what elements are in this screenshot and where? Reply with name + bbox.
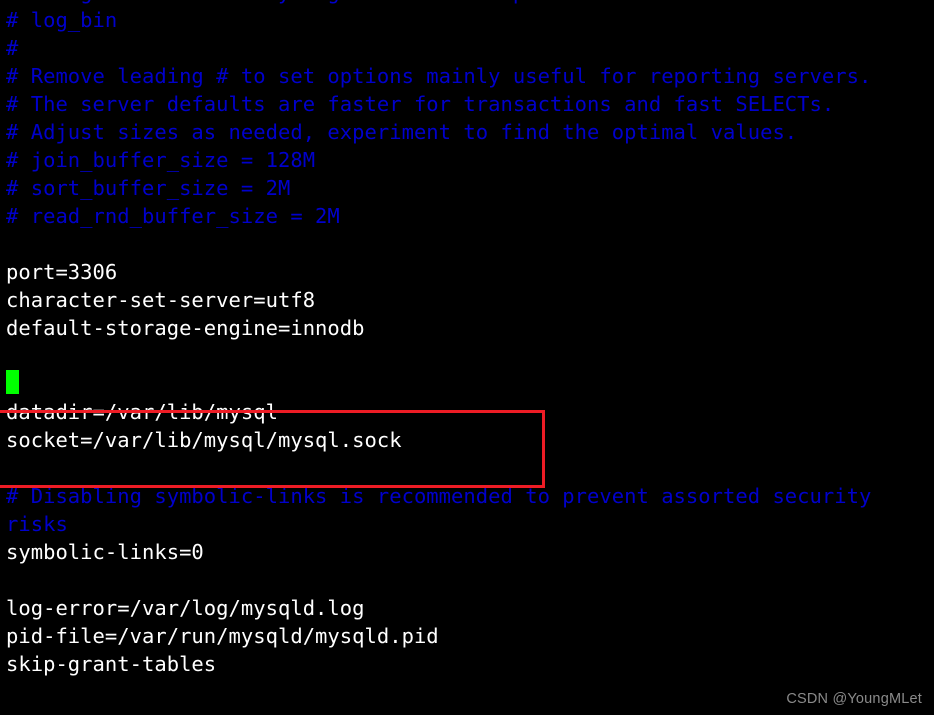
code-line: risks	[6, 512, 68, 536]
code-line: port=3306	[6, 260, 118, 284]
code-line: # read_rnd_buffer_size = 2M	[6, 204, 340, 228]
code-line: # Disabling symbolic-links is recommende…	[6, 484, 872, 508]
terminal-window[interactable]: # changes to the binary log between back…	[0, 0, 934, 715]
code-line: # Adjust sizes as needed, experiment to …	[6, 120, 798, 144]
code-line: # sort_buffer_size = 2M	[6, 176, 291, 200]
code-line: datadir=/var/lib/mysql	[6, 400, 278, 424]
code-line: # The server defaults are faster for tra…	[6, 92, 835, 116]
code-line: socket=/var/lib/mysql/mysql.sock	[6, 428, 402, 452]
text-cursor	[6, 370, 19, 394]
code-line: pid-file=/var/run/mysqld/mysqld.pid	[6, 624, 439, 648]
code-line: symbolic-links=0	[6, 540, 204, 564]
watermark-label: CSDN @YoungMLet	[786, 691, 922, 707]
code-line: # log_bin	[6, 8, 118, 32]
config-file-text[interactable]: # changes to the binary log between back…	[0, 0, 934, 678]
code-line: skip-grant-tables	[6, 652, 217, 676]
code-line: log-error=/var/log/mysqld.log	[6, 596, 365, 620]
code-line: # Remove leading # to set options mainly…	[6, 64, 872, 88]
code-line: default-storage-engine=innodb	[6, 316, 365, 340]
code-line: # join_buffer_size = 128M	[6, 148, 316, 172]
code-line: #	[6, 36, 19, 60]
code-line: character-set-server=utf8	[6, 288, 316, 312]
